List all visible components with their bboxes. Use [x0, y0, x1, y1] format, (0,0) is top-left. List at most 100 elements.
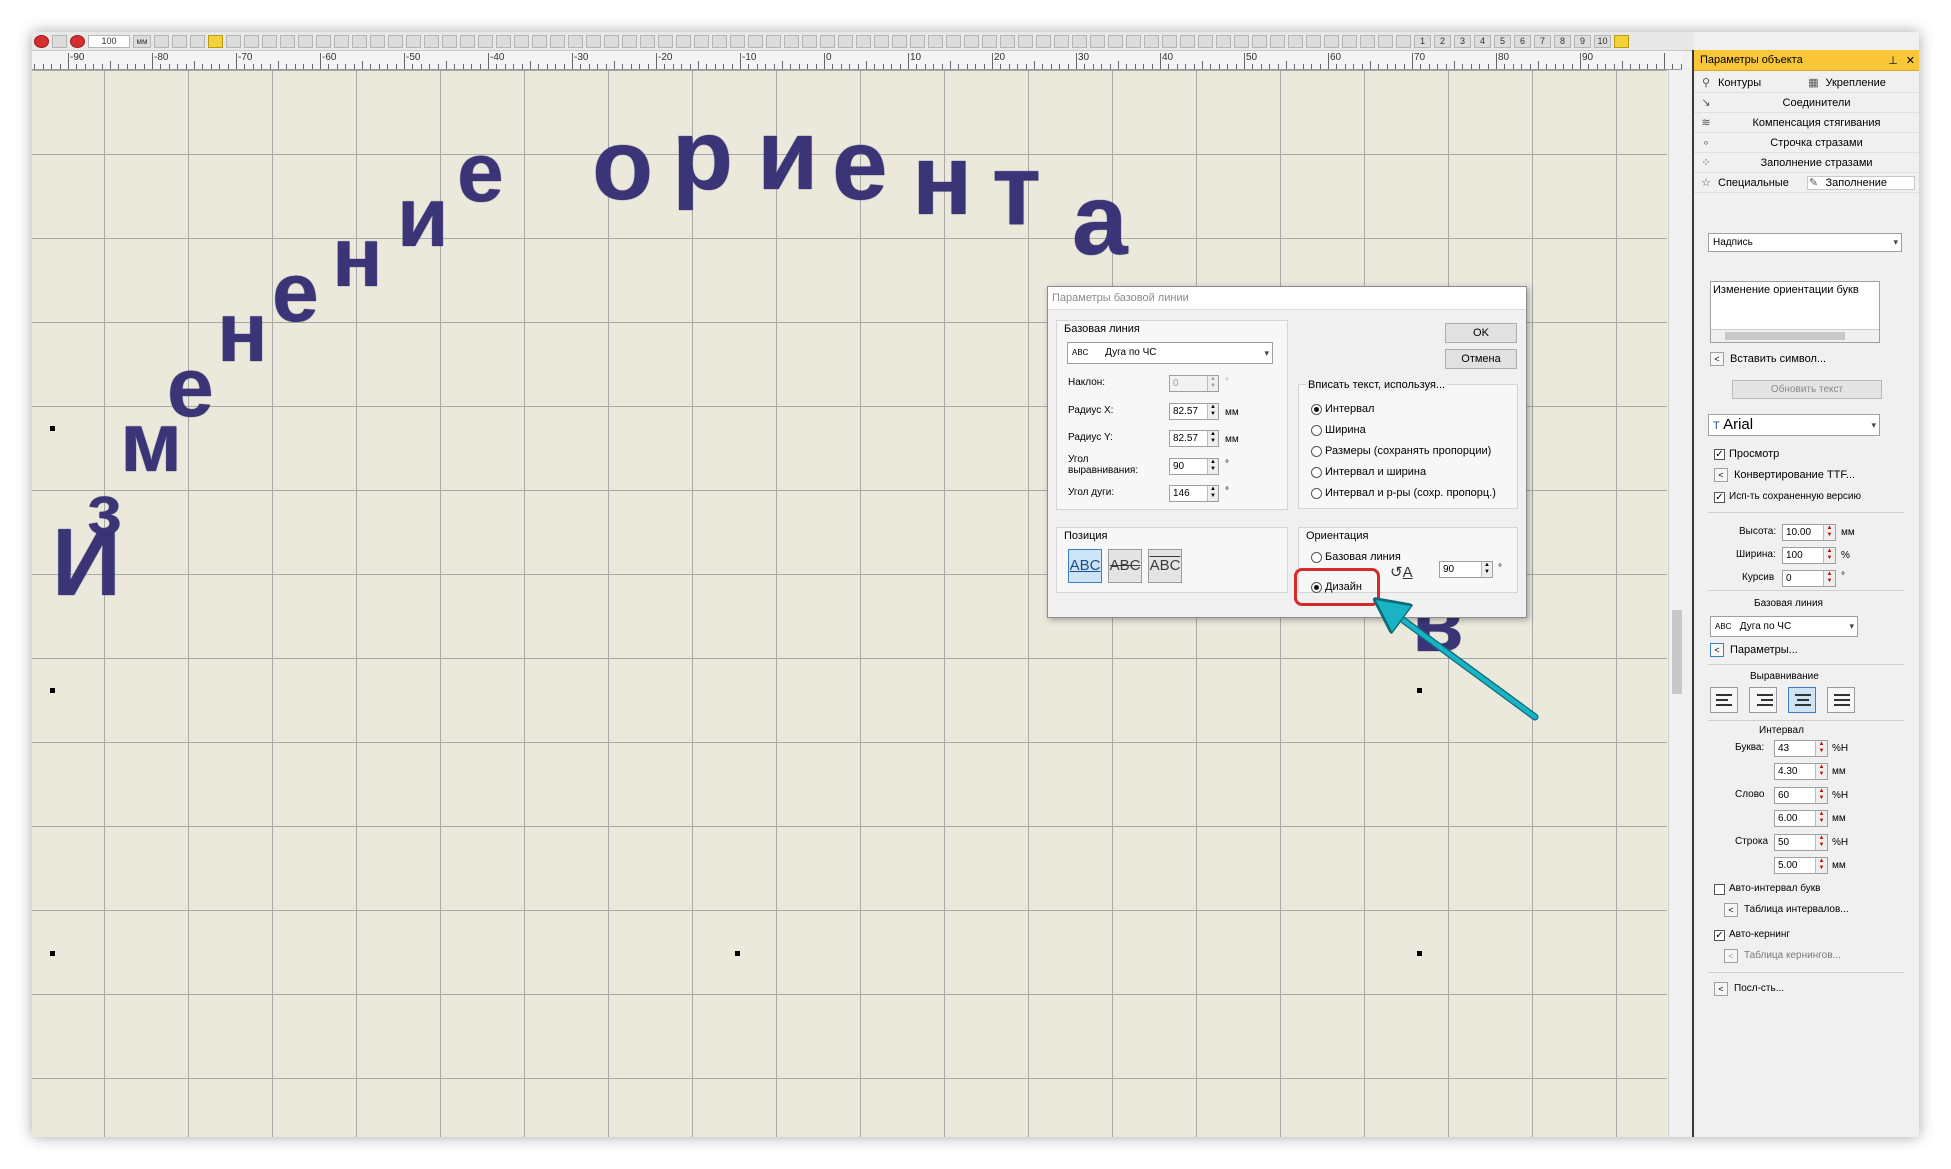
toolbar-button[interactable] — [1360, 34, 1375, 48]
pin-icon[interactable]: ⊥ — [1888, 54, 1898, 67]
selection-handle[interactable] — [1417, 951, 1422, 956]
toolbar-button[interactable] — [226, 34, 241, 48]
toolbar-button[interactable] — [244, 34, 259, 48]
toolbar-button[interactable] — [154, 34, 169, 48]
use-saved-checkbox[interactable]: ✓ — [1714, 492, 1725, 503]
tab-strochka-strazy[interactable]: ∘ Строчка стразами — [1694, 133, 1919, 153]
toolbar-button[interactable] — [1126, 34, 1141, 48]
align-right-button[interactable] — [1749, 687, 1777, 713]
params-expand[interactable]: < — [1710, 643, 1724, 657]
toolbar-button[interactable] — [52, 34, 67, 48]
position-above-button[interactable]: ABC — [1068, 549, 1102, 583]
toolbar-button[interactable] — [550, 34, 565, 48]
toolbar-button[interactable] — [802, 34, 817, 48]
unit-button[interactable]: мм — [133, 34, 151, 48]
spinner-arrows-icon[interactable]: ▲ ▼ — [1207, 431, 1218, 446]
spinner-arrows-icon[interactable]: ▲ ▼ — [1815, 858, 1827, 873]
insert-symbol-expand[interactable]: < — [1710, 352, 1724, 366]
arc-angle-input[interactable]: 146 ▲ ▼ — [1169, 485, 1219, 502]
toolbar-button[interactable] — [1162, 34, 1177, 48]
toolbar-button[interactable] — [946, 34, 961, 48]
layer-button[interactable]: 1 — [1414, 34, 1431, 48]
embroidery-letter[interactable]: н — [217, 290, 268, 374]
align-left-button[interactable] — [1710, 687, 1738, 713]
update-text-button[interactable]: Обновить текст — [1732, 380, 1882, 399]
embroidery-letter[interactable]: е — [167, 345, 214, 429]
fit-option-width[interactable]: Ширина — [1311, 424, 1366, 436]
font-select[interactable]: T Arial ▾ — [1708, 414, 1880, 436]
baseline-type-select[interactable]: ABC Дуга по ЧС ▾ — [1067, 342, 1273, 364]
toolbar-button[interactable] — [1306, 34, 1321, 48]
folder-icon[interactable] — [1614, 34, 1629, 48]
spinner-arrows-icon[interactable]: ▲ ▼ — [1815, 788, 1827, 803]
toolbar-button[interactable] — [1054, 34, 1069, 48]
red-dot-icon[interactable] — [34, 34, 49, 48]
text-input[interactable]: Изменение ориентации букв — [1710, 281, 1880, 343]
scrollbar-thumb[interactable] — [1672, 610, 1682, 694]
toolbar-button[interactable] — [442, 34, 457, 48]
spinner-arrows-icon[interactable]: ▲ ▼ — [1815, 741, 1827, 756]
toolbar-button[interactable] — [424, 34, 439, 48]
word-input[interactable]: 60 ▲ ▼ — [1774, 787, 1828, 804]
toolbar-button[interactable] — [1396, 34, 1411, 48]
layer-button[interactable]: 7 — [1534, 34, 1551, 48]
toolbar-button[interactable] — [190, 34, 205, 48]
toolbar-button[interactable] — [334, 34, 349, 48]
object-type-select[interactable]: Надпись ▾ — [1708, 233, 1902, 252]
toolbar-button[interactable] — [982, 34, 997, 48]
toolbar-button[interactable] — [712, 34, 727, 48]
spinner-arrows-icon[interactable]: ▲ ▼ — [1823, 525, 1835, 540]
toolbar-button[interactable] — [1018, 34, 1033, 48]
scrollbar-thumb[interactable] — [1725, 332, 1845, 340]
toolbar-button[interactable] — [640, 34, 655, 48]
toolbar-button[interactable] — [406, 34, 421, 48]
word-mm-input[interactable]: 6.00 ▲ ▼ — [1774, 810, 1828, 827]
toolbar-button[interactable] — [262, 34, 277, 48]
vertical-scrollbar[interactable] — [1668, 70, 1685, 1137]
toolbar-button[interactable] — [1198, 34, 1213, 48]
toolbar-button[interactable] — [1072, 34, 1087, 48]
position-below-button[interactable]: ABC — [1148, 549, 1182, 583]
toolbar-button[interactable] — [730, 34, 745, 48]
selection-handle[interactable] — [50, 688, 55, 693]
layer-button[interactable]: 5 — [1494, 34, 1511, 48]
selection-handle[interactable] — [735, 951, 740, 956]
spinner-arrows-icon[interactable]: ▲ ▼ — [1823, 571, 1835, 586]
toolbar-button[interactable] — [658, 34, 673, 48]
toolbar-button[interactable] — [892, 34, 907, 48]
toolbar-button[interactable] — [352, 34, 367, 48]
toolbar-button[interactable] — [1144, 34, 1159, 48]
toolbar-button[interactable] — [622, 34, 637, 48]
sequence-expand[interactable]: < — [1714, 982, 1728, 996]
toolbar-button[interactable] — [514, 34, 529, 48]
selection-handle[interactable] — [50, 426, 55, 431]
width-input[interactable]: 100 ▲ ▼ — [1782, 547, 1836, 564]
tab-kontury[interactable]: ⚲ Контуры — [1700, 77, 1808, 89]
kerning-table-expand[interactable]: < — [1724, 949, 1738, 963]
orient-baseline-radio[interactable]: Базовая линия — [1311, 551, 1401, 563]
toolbar-button[interactable] — [1288, 34, 1303, 48]
toolbar-button[interactable] — [910, 34, 925, 48]
selection-handle[interactable] — [50, 951, 55, 956]
sequence-label[interactable]: Посл-сть... — [1734, 983, 1784, 994]
spinner-arrows-icon[interactable]: ▲ ▼ — [1815, 811, 1827, 826]
embroidery-letter[interactable]: е — [832, 115, 888, 215]
line-mm-input[interactable]: 5.00 ▲ ▼ — [1774, 857, 1828, 874]
italic-input[interactable]: 0 ▲ ▼ — [1782, 570, 1836, 587]
spinner-arrows-icon[interactable]: ▲ ▼ — [1815, 764, 1827, 779]
insert-symbol-label[interactable]: Вставить символ... — [1730, 353, 1826, 365]
embroidery-letter[interactable]: и — [757, 105, 818, 205]
interval-table-expand[interactable]: < — [1724, 903, 1738, 917]
toolbar-button[interactable] — [586, 34, 601, 48]
toolbar-button[interactable] — [370, 34, 385, 48]
layer-button[interactable]: 4 — [1474, 34, 1491, 48]
radius-y-input[interactable]: 82.57 ▲ ▼ — [1169, 430, 1219, 447]
fit-option-interval-size[interactable]: Интервал и р-ры (сохр. пропорц.) — [1311, 487, 1496, 499]
fit-option-size[interactable]: Размеры (сохранять пропорции) — [1311, 445, 1491, 457]
toolbar-button[interactable] — [1270, 34, 1285, 48]
layer-button[interactable]: 6 — [1514, 34, 1531, 48]
tab-kompensatsiya[interactable]: ≋ Компенсация стягивания — [1694, 113, 1919, 133]
toolbar-button[interactable] — [874, 34, 889, 48]
toolbar-button[interactable] — [766, 34, 781, 48]
layer-button[interactable]: 8 — [1554, 34, 1571, 48]
